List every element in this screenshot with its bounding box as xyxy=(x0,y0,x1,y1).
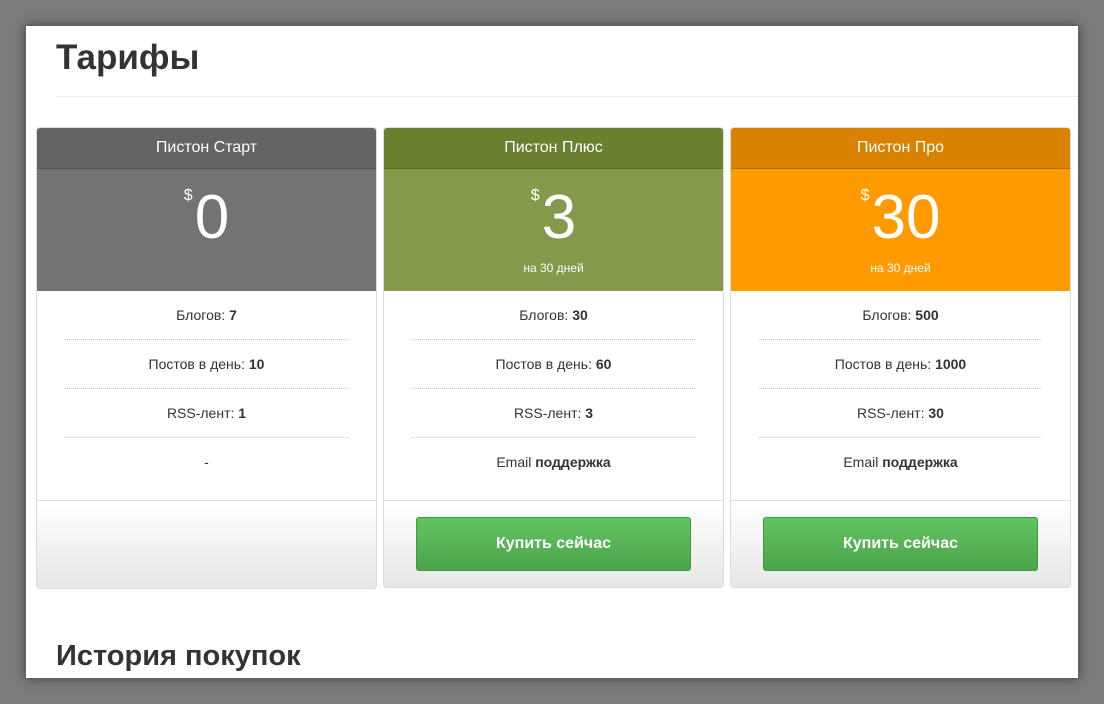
plan-footer: Купить сейчас xyxy=(384,501,723,587)
plan-price: 30 xyxy=(871,183,941,252)
plan-period: на 30 дней xyxy=(523,261,584,275)
plan-plus: Пистон Плюс $3 на 30 дней Блогов: 30 Пос… xyxy=(383,127,724,588)
plan-pro: Пистон Про $30 на 30 дней Блогов: 500 По… xyxy=(730,127,1071,588)
feature-support: Email поддержка xyxy=(496,454,611,470)
title-divider xyxy=(56,96,1078,97)
buy-now-button-plus[interactable]: Купить сейчас xyxy=(416,517,691,571)
plan-features: Блогов: 500 Постов в день: 1000 RSS-лент… xyxy=(731,291,1070,501)
plan-price: 3 xyxy=(541,183,577,252)
plan-price-block: $3 на 30 дней xyxy=(384,169,723,291)
currency-symbol: $ xyxy=(530,187,540,204)
feature-posts-per-day: Постов в день: 60 xyxy=(412,340,695,389)
plan-footer xyxy=(37,501,376,588)
feature-posts-per-day: Постов в день: 1000 xyxy=(759,340,1042,389)
plan-name: Пистон Про xyxy=(731,128,1070,169)
plan-features: Блогов: 30 Постов в день: 60 RSS-лент: 3… xyxy=(384,291,723,501)
feature-posts-per-day: Постов в день: 10 xyxy=(65,340,348,389)
plan-features: Блогов: 7 Постов в день: 10 RSS-лент: 1 … xyxy=(37,291,376,501)
currency-symbol: $ xyxy=(860,187,870,204)
purchase-history-title: История покупок xyxy=(56,640,301,672)
plan-price-block: $30 на 30 дней xyxy=(731,169,1070,291)
plan-name: Пистон Старт xyxy=(37,128,376,169)
plan-period: на 30 дней xyxy=(870,261,931,275)
page-title: Тарифы xyxy=(56,38,200,77)
feature-rss-feeds: RSS-лент: 3 xyxy=(412,389,695,438)
feature-blogs: Блогов: 7 xyxy=(65,291,348,340)
plan-price-block: $0 xyxy=(37,169,376,291)
feature-support: - xyxy=(204,454,209,470)
feature-blogs: Блогов: 30 xyxy=(412,291,695,340)
plan-footer: Купить сейчас xyxy=(731,501,1070,587)
feature-rss-feeds: RSS-лент: 1 xyxy=(65,389,348,438)
currency-symbol: $ xyxy=(183,187,193,204)
plan-start: Пистон Старт $0 Блогов: 7 Постов в день:… xyxy=(36,127,377,589)
feature-support: Email поддержка xyxy=(843,454,958,470)
feature-blogs: Блогов: 500 xyxy=(759,291,1042,340)
page-window: Тарифы Пистон Старт $0 Блогов: 7 Постов … xyxy=(26,26,1078,678)
feature-rss-feeds: RSS-лент: 30 xyxy=(759,389,1042,438)
plan-name: Пистон Плюс xyxy=(384,128,723,169)
plan-price: 0 xyxy=(194,183,230,252)
buy-now-button-pro[interactable]: Купить сейчас xyxy=(763,517,1038,571)
